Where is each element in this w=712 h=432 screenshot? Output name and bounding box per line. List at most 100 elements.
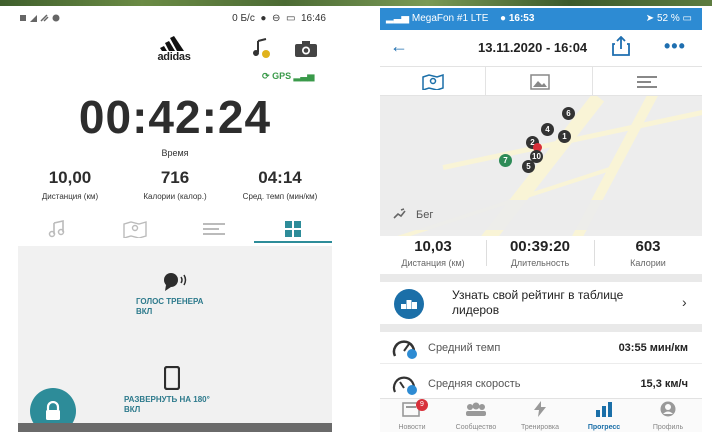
voice-coach-label: ГОЛОС ТРЕНЕРА xyxy=(136,297,204,306)
phone-rotate-icon xyxy=(163,365,181,391)
view-tabs xyxy=(18,214,332,244)
status-bar: ▂▃▅ MegaFon #1 LTE ● 16:53 ➤ 52 % ▭ xyxy=(380,8,702,30)
map-icon xyxy=(123,221,147,238)
nav-label: Профиль xyxy=(652,424,684,431)
map-icon xyxy=(421,74,444,90)
route-map[interactable]: 6 4 1 2 10 7 5 Бег xyxy=(380,96,702,236)
leaderboard-link[interactable]: Узнать свой рейтинг в таблице лидеров › xyxy=(380,282,702,324)
activity-summary-screen: ▂▃▅ MegaFon #1 LTE ● 16:53 ➤ 52 % ▭ ← 13… xyxy=(380,8,702,432)
tab-list[interactable] xyxy=(175,214,253,244)
tab-grid[interactable] xyxy=(254,214,332,244)
nav-training[interactable]: Тренировка xyxy=(508,401,572,432)
runner-icon xyxy=(392,208,408,223)
list-icon xyxy=(637,76,657,88)
leaderboard-badge xyxy=(394,289,424,319)
metric-row-avg-speed: Средняя скорость 15,3 км/ч xyxy=(380,370,702,400)
rotate-state: ВКЛ xyxy=(124,405,141,414)
background-strip xyxy=(0,0,712,6)
tab-map[interactable] xyxy=(380,67,486,97)
net-speed: 0 Б/с xyxy=(232,13,255,24)
stat-label: Сред. темп (мин/км) xyxy=(242,192,318,201)
leaderboard-text: Узнать свой рейтинг в таблице лидеров xyxy=(452,288,624,317)
tab-music[interactable] xyxy=(18,214,96,244)
music-note-icon xyxy=(48,220,65,238)
nav-community[interactable]: Сообщество xyxy=(444,401,508,432)
section-gap xyxy=(380,324,702,332)
music-badge-icon[interactable] xyxy=(252,38,272,60)
nav-label: Тренировка xyxy=(520,424,560,431)
metric-row-avg-pace: Средний темп 03:55 мин/км xyxy=(380,334,702,364)
summary-tabs xyxy=(380,66,702,97)
list-icon xyxy=(203,223,225,235)
status-bar: 0 Б/с ● ⊖ ▭ 16:46 xyxy=(18,8,332,30)
section-gap xyxy=(380,274,702,282)
bottom-navigation: 9 Новости Сообщество Тренировка Прогресс… xyxy=(380,398,702,432)
speedometer-icon xyxy=(392,376,417,395)
metric-value: 03:55 мин/км xyxy=(618,342,688,354)
stat-pace: 04:14 Сред. темп (мин/км) xyxy=(228,168,332,201)
stat-label: Калории xyxy=(630,258,666,268)
elapsed-timer: 00:42:24 xyxy=(78,91,272,143)
brand-word: adidas xyxy=(157,51,191,63)
stat-calories: 603 Калории xyxy=(595,238,701,272)
route-marker: 4 xyxy=(541,123,554,136)
stat-calories: 716 Калории (калор.) xyxy=(123,168,227,201)
nav-label: Новости xyxy=(398,424,426,431)
camera-icon[interactable] xyxy=(294,40,318,58)
bar-chart-icon xyxy=(596,402,612,417)
voice-coach-icon xyxy=(164,273,187,291)
nav-progress[interactable]: Прогресс xyxy=(572,401,636,432)
gps-label: GPS xyxy=(272,71,292,81)
voice-coach-state: ВКЛ xyxy=(136,307,153,316)
battery-icon: ▭ xyxy=(682,13,692,24)
status-right: 0 Б/с ● ⊖ ▭ 16:46 xyxy=(232,13,326,24)
location-arrow-icon: ➤ xyxy=(645,13,655,24)
clock: 16:46 xyxy=(300,13,326,24)
signal-icon: ▂▃▅ xyxy=(386,13,410,24)
network-type: LTE xyxy=(470,13,489,24)
activity-datetime: 13.11.2020 - 16:04 xyxy=(478,40,588,55)
route-marker: 5 xyxy=(522,160,535,173)
stat-duration: 00:39:20 Длительность xyxy=(487,238,593,272)
android-nav-bar xyxy=(18,423,332,432)
tab-photo[interactable] xyxy=(487,67,593,97)
nav-label: Прогресс xyxy=(587,424,621,431)
status-right: ➤ 52 % ▭ xyxy=(646,13,692,24)
adidas-logo: adidas xyxy=(152,36,196,63)
recording-icon: ● xyxy=(500,13,507,24)
activity-type: Бег xyxy=(416,209,434,221)
rotate-screen-toggle[interactable]: РАЗВЕРНУТЬ НА 180° ВКЛ xyxy=(124,365,254,415)
stat-label: Дистанция (км) xyxy=(41,192,99,201)
stat-value: 04:14 xyxy=(258,168,302,187)
pace-icon xyxy=(392,340,417,359)
timer-label: Время xyxy=(161,148,189,158)
status-icons xyxy=(20,13,68,26)
chevron-right-icon: › xyxy=(682,294,687,310)
stat-label: Калории (калор.) xyxy=(143,192,207,201)
more-options-icon[interactable]: ••• xyxy=(664,36,686,57)
clock: 16:53 xyxy=(508,13,535,24)
share-icon[interactable] xyxy=(612,36,630,56)
rotate-label: РАЗВЕРНУТЬ НА 180° xyxy=(124,395,210,404)
controls-panel: ГОЛОС ТРЕНЕРА ВКЛ РАЗВЕРНУТЬ НА 180° ВКЛ xyxy=(18,246,332,432)
nav-label: Сообщество xyxy=(455,424,497,431)
gps-signal-icon: ▂▃▅ xyxy=(293,71,315,81)
metric-label: Средний темп xyxy=(428,342,501,354)
dnd-icon: ⊖ xyxy=(272,13,281,24)
header: ← 13.11.2020 - 16:04 ••• xyxy=(380,30,702,64)
nav-news[interactable]: 9 Новости xyxy=(380,399,444,432)
profile-icon xyxy=(660,401,676,417)
route-marker: 6 xyxy=(562,107,575,120)
community-icon xyxy=(466,402,486,416)
tab-map[interactable] xyxy=(96,214,174,244)
status-clock: ● 16:53 xyxy=(500,13,534,24)
stat-value: 00:39:20 xyxy=(509,238,571,255)
back-arrow-icon[interactable]: ← xyxy=(390,36,408,57)
lock-icon xyxy=(46,401,60,420)
voice-coach-toggle[interactable]: ГОЛОС ТРЕНЕРА ВКЛ xyxy=(136,272,256,317)
carrier-name: MegaFon #1 xyxy=(411,13,469,24)
activity-type-bar: Бег xyxy=(380,200,702,230)
tab-list[interactable] xyxy=(594,67,700,97)
stat-label: Длительность xyxy=(510,258,570,268)
nav-profile[interactable]: Профиль xyxy=(636,401,700,432)
